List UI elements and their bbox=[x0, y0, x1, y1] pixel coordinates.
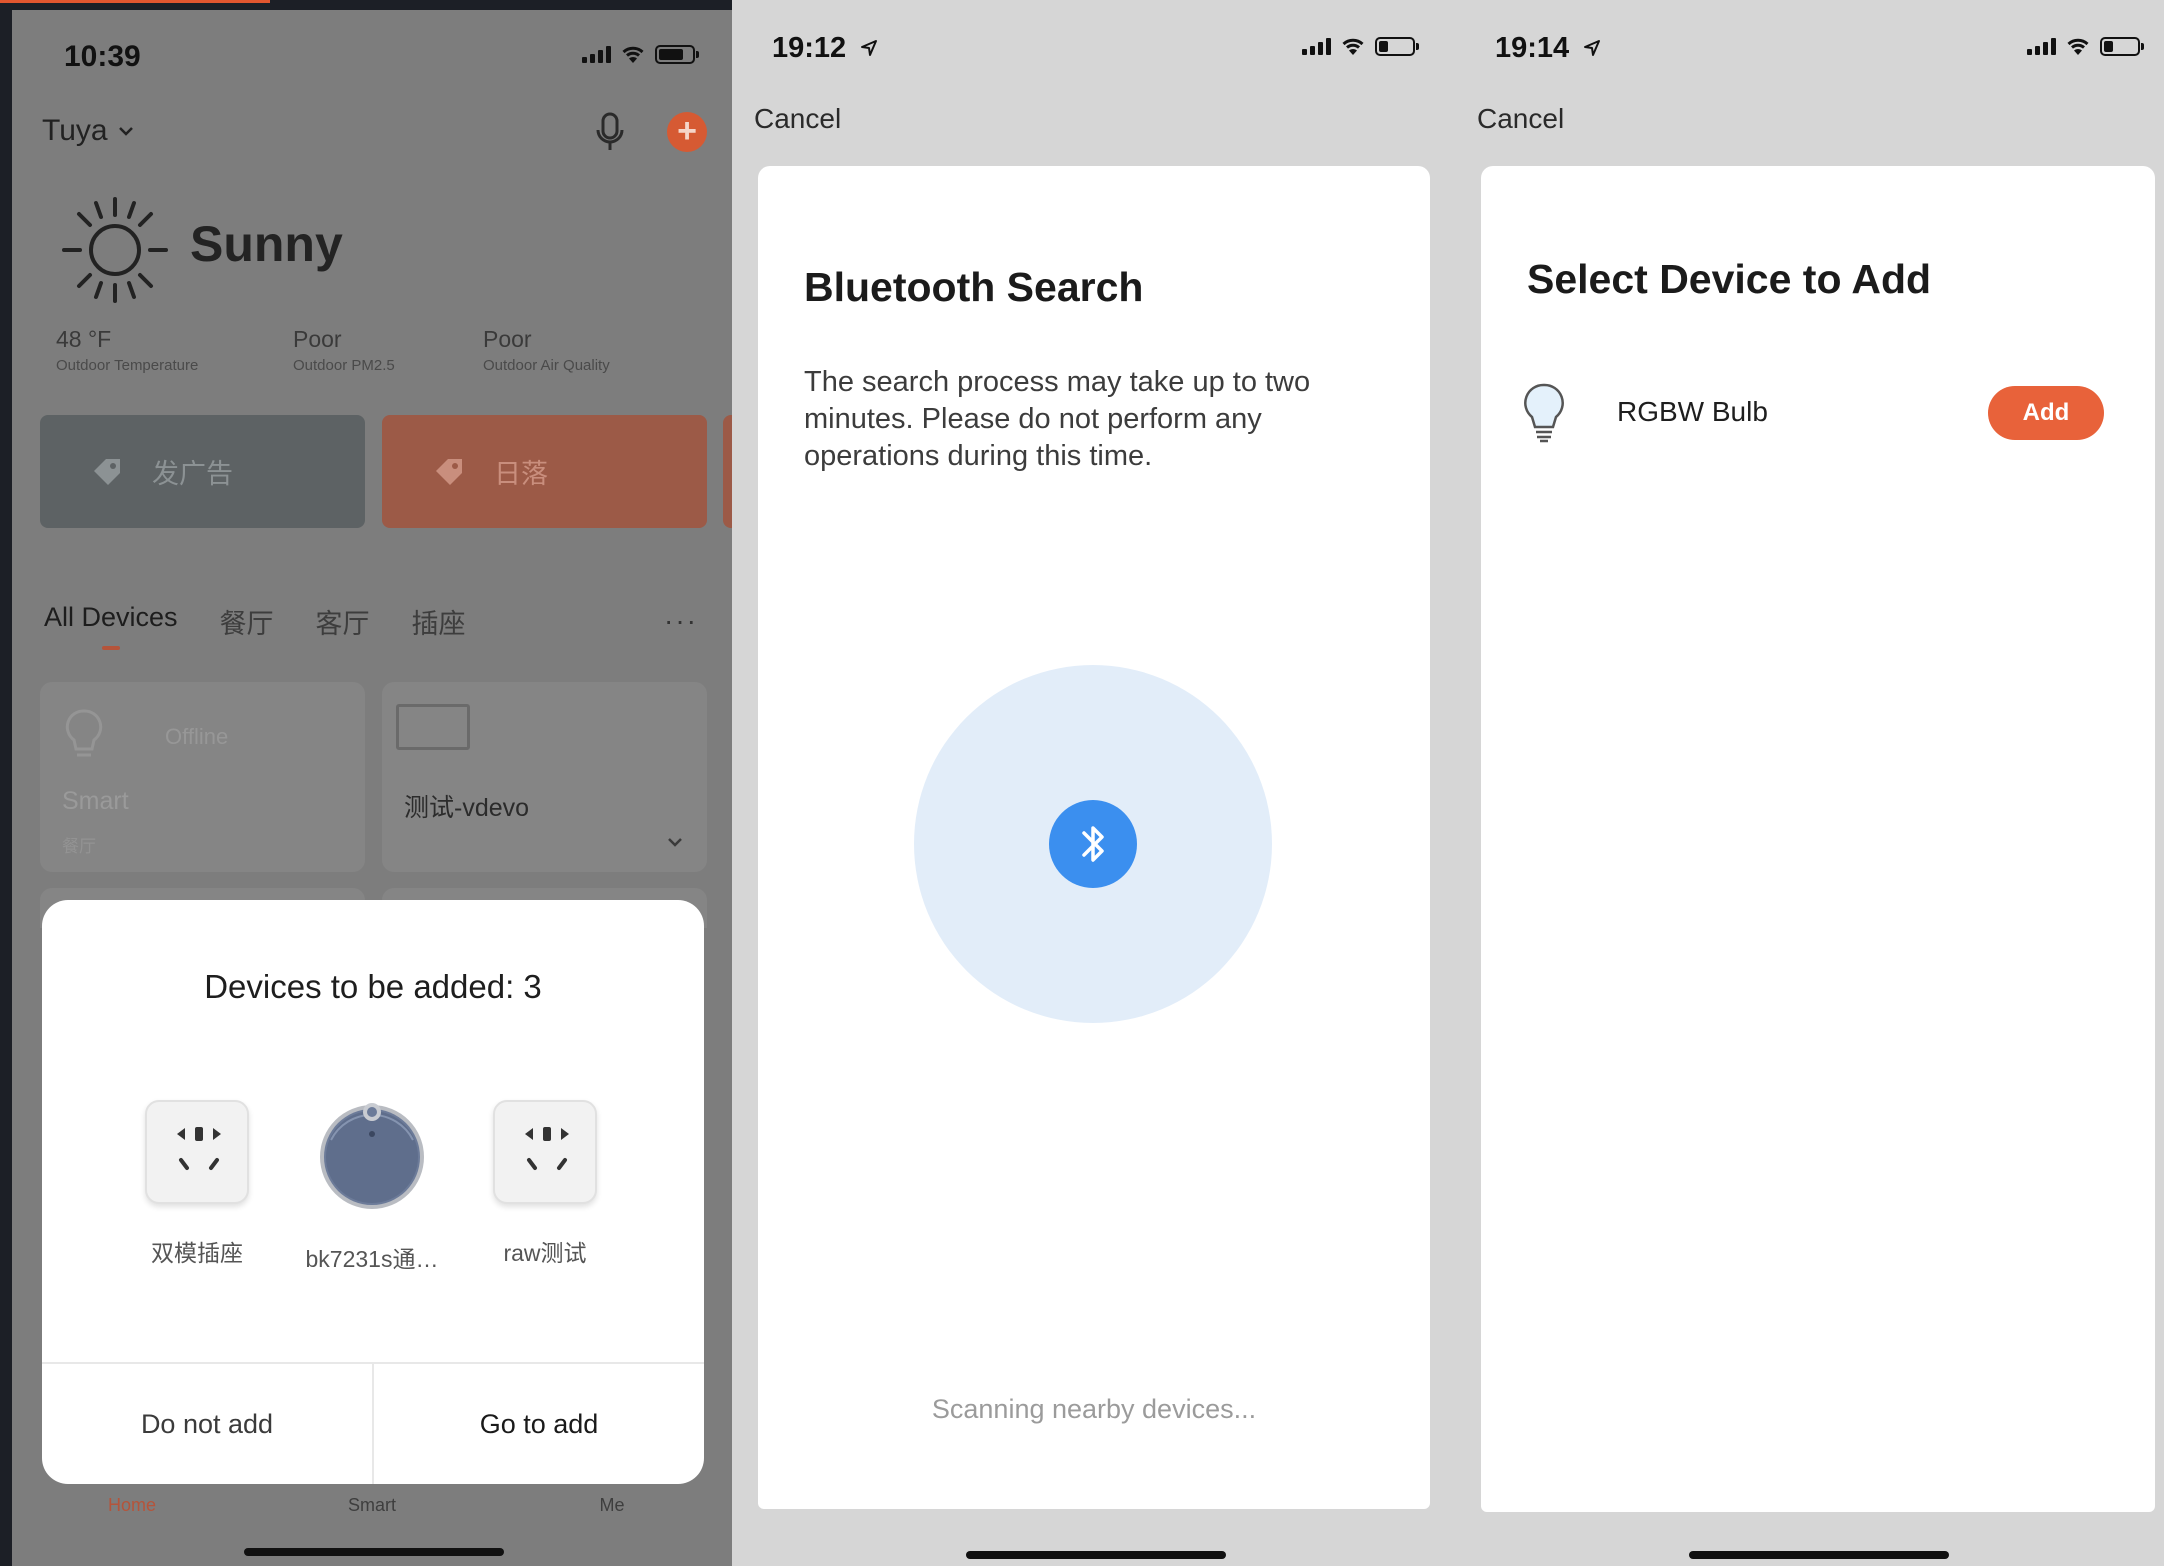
status-bar: 10:39 bbox=[12, 10, 732, 100]
home-name: Tuya bbox=[42, 114, 108, 147]
banner-label: 发广告 bbox=[152, 459, 233, 489]
sun-icon bbox=[62, 197, 168, 303]
pending-device[interactable]: 双模插座 bbox=[107, 1100, 287, 1268]
status-time-text: 19:12 bbox=[772, 32, 847, 64]
scene-banner-partial[interactable] bbox=[723, 415, 732, 528]
status-time: 19:14 bbox=[1495, 32, 1601, 65]
status-time: 19:12 bbox=[772, 32, 878, 65]
pending-device[interactable]: bk7231s通… bbox=[282, 1100, 462, 1274]
battery-icon bbox=[2100, 36, 2144, 56]
tab-room[interactable]: 插座 bbox=[412, 602, 466, 641]
status-time: 10:39 bbox=[64, 40, 141, 73]
bluetooth-search-sheet: Bluetooth Search The search process may … bbox=[758, 166, 1430, 1509]
scene-banner[interactable]: 发广告 bbox=[40, 415, 365, 528]
tag-icon bbox=[94, 458, 120, 485]
device-label: 双模插座 bbox=[151, 1240, 243, 1266]
location-arrow-icon bbox=[861, 40, 878, 56]
stat-temperature: 48 °F Outdoor Temperature bbox=[56, 326, 198, 374]
bluetooth-icon bbox=[1049, 800, 1137, 888]
stat-label: Outdoor Air Quality bbox=[483, 357, 610, 374]
scanning-radar bbox=[914, 665, 1272, 1023]
screenshot-root: 10:39 Tuya + Sunny 48 °F Outdoor Tempera… bbox=[0, 0, 2164, 1566]
battery-icon bbox=[1375, 36, 1419, 56]
status-time-text: 19:14 bbox=[1495, 32, 1570, 64]
bulb-icon bbox=[65, 709, 103, 757]
home-indicator bbox=[244, 1548, 504, 1556]
scene-banner[interactable]: 日落 bbox=[382, 415, 707, 528]
status-bar: 19:14 bbox=[1445, 0, 2164, 90]
tab-me[interactable]: Me bbox=[552, 1495, 672, 1516]
go-to-add-button[interactable]: Go to add bbox=[374, 1364, 704, 1484]
search-description: The search process may take up to two mi… bbox=[804, 366, 1311, 472]
cancel-button[interactable]: Cancel bbox=[754, 103, 841, 135]
device-card[interactable]: Offline Smart 餐厅 bbox=[40, 682, 365, 872]
microphone-icon[interactable] bbox=[590, 110, 630, 154]
dialog-title: Devices to be added: 3 bbox=[204, 968, 542, 1005]
device-status: Offline bbox=[165, 724, 229, 749]
location-arrow-icon bbox=[1584, 40, 1601, 56]
select-device-screen: 19:14 Cancel Select Device to Add RGBW B… bbox=[1445, 0, 2164, 1566]
more-options-icon[interactable]: ··· bbox=[664, 605, 698, 637]
battery-icon bbox=[655, 44, 699, 64]
tab-room[interactable]: 客厅 bbox=[316, 602, 370, 641]
wifi-icon bbox=[622, 46, 644, 63]
tab-smart[interactable]: Smart bbox=[312, 1495, 432, 1516]
weather-condition: Sunny bbox=[190, 216, 343, 272]
stat-label: Outdoor Temperature bbox=[56, 357, 199, 374]
add-device-plus-icon[interactable]: + bbox=[667, 112, 707, 152]
progress-strip bbox=[0, 0, 270, 3]
stat-label: Outdoor PM2.5 bbox=[293, 357, 395, 374]
tab-home[interactable]: Home bbox=[72, 1495, 192, 1516]
device-card[interactable]: 测试-vdevo bbox=[382, 682, 707, 872]
device-list-item: RGBW Bulb Add bbox=[1521, 378, 2121, 448]
room-tabs: All Devices 餐厅 客厅 插座 bbox=[44, 602, 466, 650]
home-indicator bbox=[1689, 1551, 1949, 1559]
page-title: Bluetooth Search bbox=[804, 264, 1144, 310]
select-device-sheet: Select Device to Add RGBW Bulb Add bbox=[1481, 166, 2155, 1512]
cellular-signal-icon bbox=[1302, 37, 1331, 55]
stat-value: Poor bbox=[483, 326, 532, 352]
banner-label: 日落 bbox=[494, 459, 548, 489]
system-icons bbox=[582, 44, 699, 64]
wifi-icon bbox=[1342, 38, 1364, 55]
status-bar: 19:12 bbox=[732, 0, 1455, 90]
home-selector[interactable]: Tuya bbox=[42, 114, 134, 148]
tag-icon bbox=[436, 458, 462, 485]
socket-icon bbox=[493, 1100, 597, 1204]
devices-to-add-dialog: Devices to be added: 3 双模插座 bk7231s通… ra… bbox=[42, 900, 704, 1484]
stat-pm25: Poor Outdoor PM2.5 bbox=[293, 326, 395, 374]
cellular-signal-icon bbox=[2027, 37, 2056, 55]
do-not-add-button[interactable]: Do not add bbox=[42, 1364, 372, 1484]
bulb-icon bbox=[1524, 383, 1564, 443]
device-name: Smart bbox=[62, 787, 129, 815]
tab-room[interactable]: 餐厅 bbox=[220, 602, 274, 641]
device-room: 餐厅 bbox=[62, 837, 96, 856]
add-device-button[interactable]: Add bbox=[1988, 386, 2104, 440]
wifi-icon bbox=[2067, 38, 2089, 55]
curtain-icon bbox=[396, 704, 470, 750]
stat-value: 48 °F bbox=[56, 326, 112, 352]
system-icons bbox=[1302, 36, 1419, 56]
cellular-signal-icon bbox=[582, 45, 611, 63]
cancel-button[interactable]: Cancel bbox=[1477, 103, 1564, 135]
system-icons bbox=[2027, 36, 2144, 56]
home-indicator bbox=[966, 1551, 1226, 1559]
device-label: raw测试 bbox=[503, 1240, 587, 1266]
bluetooth-search-screen: 19:12 Cancel Bluetooth Search The search… bbox=[732, 0, 1455, 1566]
socket-icon bbox=[145, 1100, 249, 1204]
chevron-down-icon bbox=[118, 127, 133, 136]
pending-device[interactable]: raw测试 bbox=[455, 1100, 635, 1268]
home-screen: 10:39 Tuya + Sunny 48 °F Outdoor Tempera… bbox=[12, 10, 732, 1566]
scanning-status: Scanning nearby devices... bbox=[931, 1394, 1257, 1424]
chevron-down-icon[interactable] bbox=[665, 832, 685, 852]
robot-vacuum-icon bbox=[317, 1100, 427, 1210]
tab-all-devices[interactable]: All Devices bbox=[44, 602, 178, 650]
stat-air-quality: Poor Outdoor Air Quality bbox=[483, 326, 610, 374]
page-title: Select Device to Add bbox=[1527, 256, 1932, 302]
device-label: bk7231s通… bbox=[305, 1246, 439, 1272]
device-name: 测试-vdevo bbox=[404, 794, 530, 822]
device-name: RGBW Bulb bbox=[1617, 396, 1768, 427]
stat-value: Poor bbox=[293, 326, 342, 352]
